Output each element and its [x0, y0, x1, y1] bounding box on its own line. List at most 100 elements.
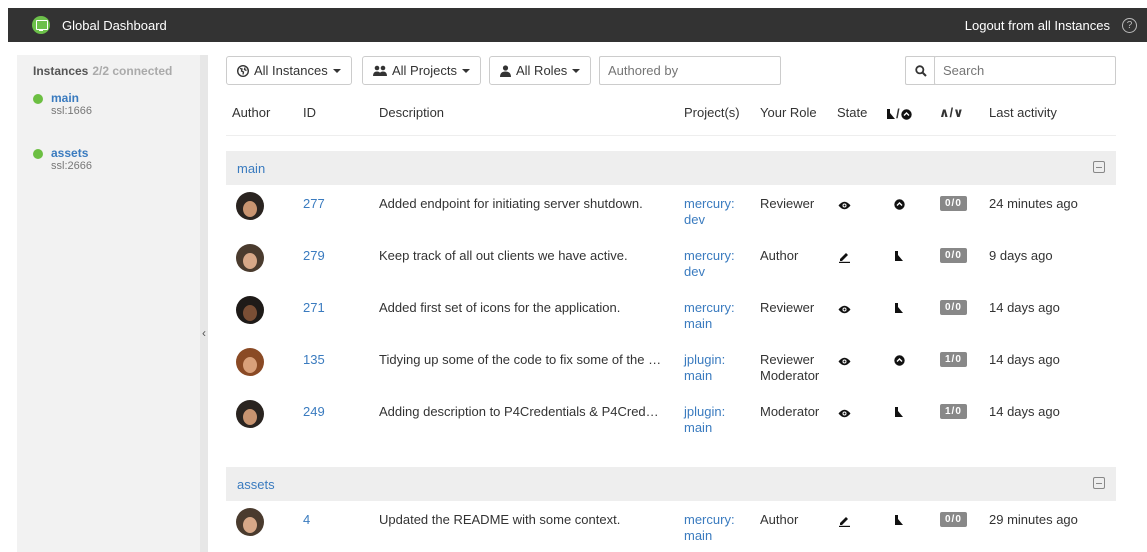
shoe-icon: [894, 302, 903, 317]
your-role: Moderator: [760, 404, 820, 419]
column-id[interactable]: ID: [303, 105, 316, 120]
circle-up-icon: [894, 198, 905, 213]
users-icon: [373, 65, 387, 76]
your-role: Reviewer Moderator: [760, 352, 820, 383]
column-state[interactable]: State: [837, 105, 867, 120]
table-row[interactable]: 135 Tidying up some of the code to fix so…: [226, 342, 1116, 394]
table-row[interactable]: 271 Added first set of icons for the appl…: [226, 290, 1116, 342]
table-row[interactable]: 249 Adding description to P4Credentials &…: [226, 394, 1116, 446]
circle-up-icon: [894, 354, 905, 369]
review-description: Added first set of icons for the applica…: [379, 300, 621, 315]
authored-by-input[interactable]: [599, 56, 781, 85]
your-role: Reviewer: [760, 196, 815, 211]
column-review-status[interactable]: /: [886, 106, 912, 121]
column-activity[interactable]: Last activity: [989, 105, 1057, 120]
caret-down-icon: [572, 68, 581, 73]
last-activity: 14 days ago: [989, 300, 1060, 315]
projects-filter-button[interactable]: All Projects: [362, 56, 482, 85]
caret-down-icon: [462, 68, 471, 73]
logout-link[interactable]: Logout from all Instances: [965, 18, 1110, 33]
project-link[interactable]: jplugin: main: [684, 404, 725, 436]
last-activity: 24 minutes ago: [989, 196, 1078, 211]
table-row[interactable]: 4 Updated the README with some context. me…: [226, 502, 1116, 552]
review-id-link[interactable]: 249: [303, 404, 325, 419]
column-projects[interactable]: Project(s): [684, 105, 740, 120]
review-id-link[interactable]: 135: [303, 352, 325, 367]
project-link[interactable]: jplugin: main: [684, 352, 725, 384]
collapse-square-icon[interactable]: [1093, 477, 1105, 489]
connected-count: 2/2 connected: [92, 64, 173, 78]
shoe-icon: [887, 109, 895, 120]
group-header-assets[interactable]: assets: [226, 467, 1116, 501]
help-icon[interactable]: ?: [1122, 17, 1137, 33]
last-activity: 14 days ago: [989, 404, 1060, 419]
project-link[interactable]: mercury: main: [684, 300, 735, 332]
last-activity: 29 minutes ago: [989, 512, 1078, 527]
pencil-icon: [838, 250, 851, 266]
collapse-square-icon[interactable]: [1093, 161, 1105, 173]
roles-filter-button[interactable]: All Roles: [489, 56, 592, 85]
top-bar: Global Dashboard Logout from all Instanc…: [8, 8, 1147, 42]
table-row[interactable]: 277 Added endpoint for initiating server …: [226, 186, 1116, 238]
review-id-link[interactable]: 271: [303, 300, 325, 315]
column-votes[interactable]: ∧/∨: [939, 105, 964, 121]
last-activity: 14 days ago: [989, 352, 1060, 367]
project-link[interactable]: mercury: main: [684, 512, 735, 544]
eye-icon: [838, 302, 851, 317]
shoe-icon: [894, 514, 903, 529]
eye-icon: [838, 354, 851, 369]
project-link[interactable]: mercury: dev: [684, 196, 735, 228]
instance-port: ssl:2666: [51, 160, 92, 172]
caret-down-icon: [332, 68, 341, 73]
group-name[interactable]: assets: [237, 477, 275, 492]
avatar[interactable]: [236, 192, 264, 220]
column-role[interactable]: Your Role: [760, 105, 817, 120]
review-description: Keep track of all out clients we have ac…: [379, 248, 628, 263]
column-author[interactable]: Author: [232, 105, 270, 120]
vote-count-badge: 1/0: [940, 352, 967, 367]
chevron-left-icon[interactable]: ‹: [202, 326, 206, 340]
group-header-main[interactable]: main: [226, 151, 1116, 185]
avatar[interactable]: [236, 400, 264, 428]
project-link[interactable]: mercury: dev: [684, 248, 735, 280]
last-activity: 9 days ago: [989, 248, 1053, 263]
shoe-icon: [894, 250, 903, 265]
vote-count-badge: 1/0: [940, 404, 967, 419]
avatar[interactable]: [236, 348, 264, 376]
vote-count-badge: 0/0: [940, 196, 967, 211]
your-role: Reviewer: [760, 300, 815, 315]
vote-count-badge: 0/0: [940, 512, 967, 527]
instance-name[interactable]: main: [51, 91, 79, 105]
eye-icon: [838, 406, 851, 421]
avatar[interactable]: [236, 508, 264, 536]
vote-count-badge: 0/0: [940, 300, 967, 315]
shoe-icon: [894, 406, 903, 421]
instance-port: ssl:1666: [51, 105, 92, 117]
table-row[interactable]: 279 Keep track of all out clients we have…: [226, 238, 1116, 290]
your-role: Author: [760, 248, 799, 263]
avatar[interactable]: [236, 244, 264, 272]
review-id-link[interactable]: 279: [303, 248, 325, 263]
review-id-link[interactable]: 277: [303, 196, 325, 211]
instances-filter-button[interactable]: All Instances: [226, 56, 352, 85]
status-online-icon: [33, 94, 43, 104]
your-role: Author: [760, 512, 799, 527]
app-title: Global Dashboard: [62, 17, 167, 33]
sidebar-heading: Instances 2/2 connected: [33, 64, 173, 78]
instances-sidebar: Instances 2/2 connected main ssl:1666 ass…: [17, 55, 200, 552]
search-input[interactable]: [934, 56, 1116, 85]
status-online-icon: [33, 149, 43, 159]
review-description: Added endpoint for initiating server shu…: [379, 196, 643, 211]
group-name[interactable]: main: [237, 161, 265, 176]
pencil-icon: [838, 514, 851, 530]
search-button[interactable]: [905, 56, 935, 85]
column-description[interactable]: Description: [379, 105, 444, 120]
review-id-link[interactable]: 4: [303, 512, 310, 527]
sidebar-collapse-handle[interactable]: [200, 55, 208, 552]
app-logo-icon: [32, 16, 50, 34]
circle-up-icon: [900, 109, 912, 120]
instance-name[interactable]: assets: [51, 146, 88, 160]
avatar[interactable]: [236, 296, 264, 324]
search-icon: [914, 64, 927, 77]
vote-count-badge: 0/0: [940, 248, 967, 263]
